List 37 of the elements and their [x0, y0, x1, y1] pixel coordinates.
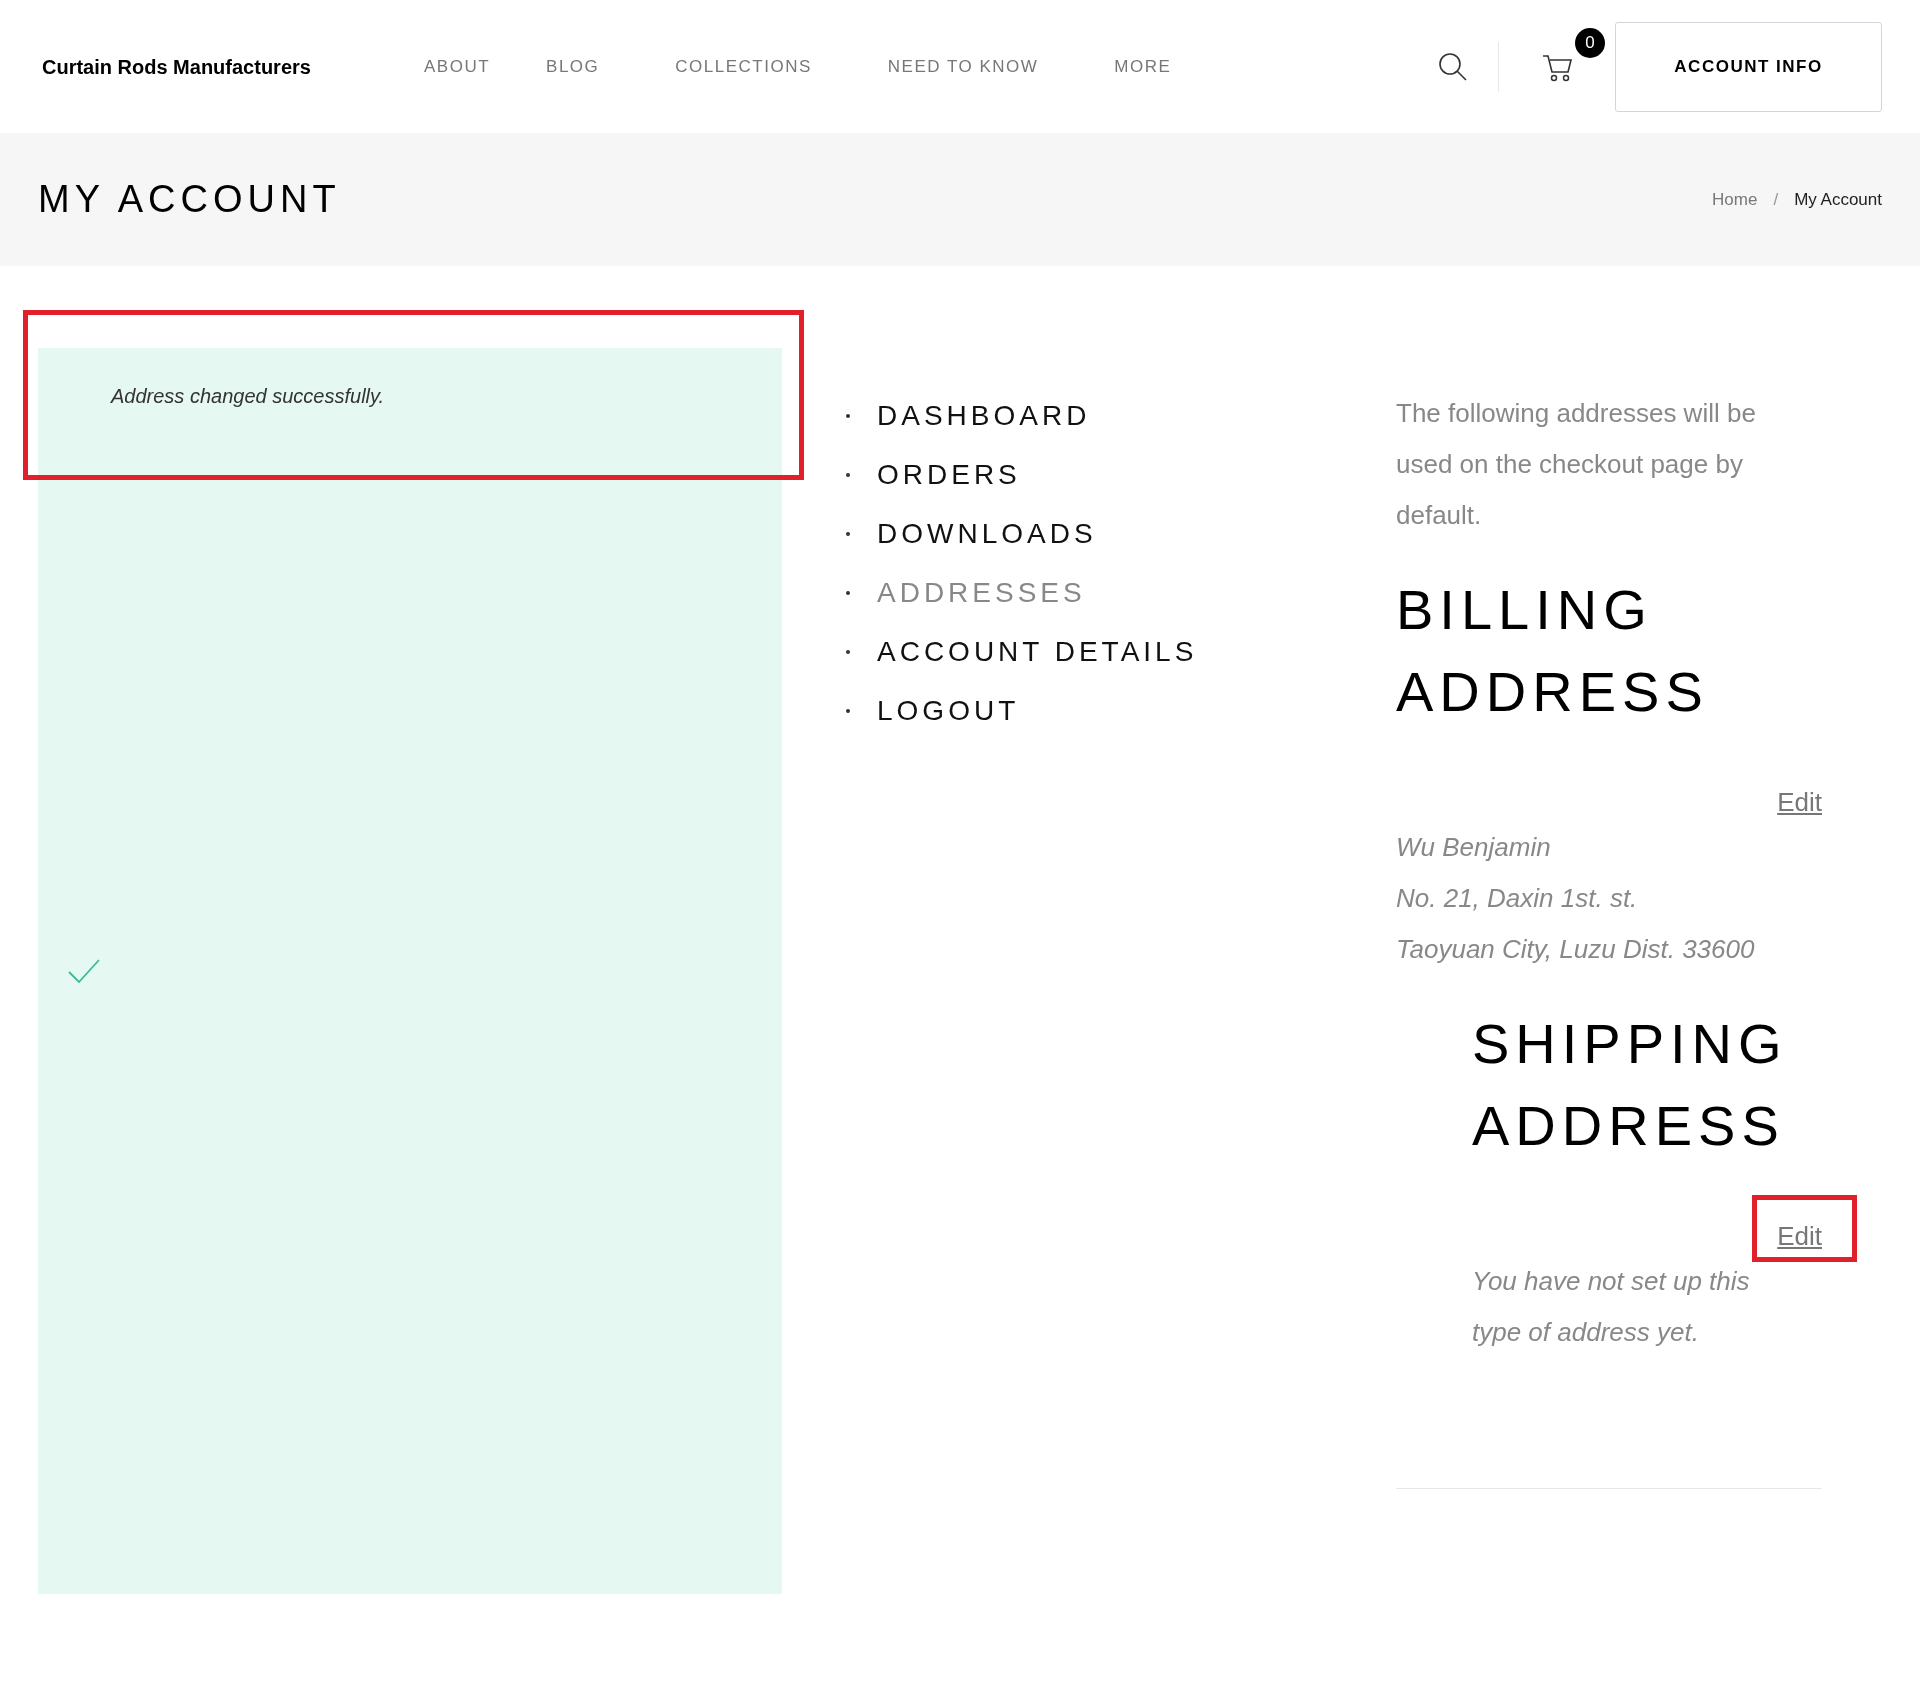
nav-link[interactable]: MORE — [1114, 53, 1172, 80]
bullet-icon — [846, 414, 850, 418]
breadcrumb-link[interactable]: Home — [1712, 186, 1758, 213]
site-logo[interactable]: Curtain Rods Manufacturers — [42, 51, 342, 82]
cart-count-badge: 0 — [1575, 27, 1605, 58]
account-menu-link[interactable]: ORDERS — [877, 454, 1021, 496]
account-menu-link[interactable]: DOWNLOADS — [877, 513, 1097, 555]
notice-message: Address changed successfully. — [111, 384, 385, 409]
bullet-icon — [846, 591, 850, 595]
breadcrumb-separator: / — [1773, 188, 1779, 211]
bullet-icon — [846, 650, 850, 654]
account-menu-link[interactable]: ACCOUNT DETAILS — [877, 631, 1198, 673]
bullet-icon — [846, 473, 850, 477]
address-heading: SHIPPING ADDRESS — [1472, 1011, 1789, 1159]
address-line: type of address yet. — [1472, 1316, 1700, 1349]
account-menu-link[interactable]: LOGOUT — [877, 690, 1020, 732]
bullet-icon — [846, 709, 850, 713]
nav-link[interactable]: NEED TO KNOW — [887, 53, 1039, 80]
edit-link[interactable]: Edit — [1777, 1221, 1822, 1251]
nav-link[interactable]: COLLECTIONS — [675, 53, 812, 80]
account-menu-link[interactable]: ADDRESSES — [877, 572, 1086, 614]
checkmark-icon — [68, 958, 100, 984]
account-info-button[interactable]: ACCOUNT INFO — [1615, 21, 1882, 112]
page-title: MY ACCOUNT — [38, 177, 341, 222]
nav-link[interactable]: ABOUT — [424, 53, 491, 80]
address-line: You have not set up this — [1472, 1265, 1751, 1298]
breadcrumb-link[interactable]: My Account — [1794, 186, 1882, 213]
address-line: Wu Benjamin — [1396, 831, 1552, 864]
address-heading: BILLING ADDRESS — [1396, 577, 1710, 725]
bullet-icon — [846, 532, 850, 536]
search-icon[interactable] — [1438, 51, 1468, 82]
edit-link[interactable]: Edit — [1777, 787, 1822, 817]
nav-link[interactable]: BLOG — [546, 53, 600, 80]
account-menu-link[interactable]: DASHBOARD — [877, 395, 1091, 437]
address-line: No. 21, Daxin 1st. st. — [1396, 882, 1639, 915]
intro-text: The following addresses will be used on the checkout page by default. — [1396, 397, 1757, 532]
address-line: Taoyuan City, Luzu Dist. 33600 — [1396, 933, 1756, 966]
